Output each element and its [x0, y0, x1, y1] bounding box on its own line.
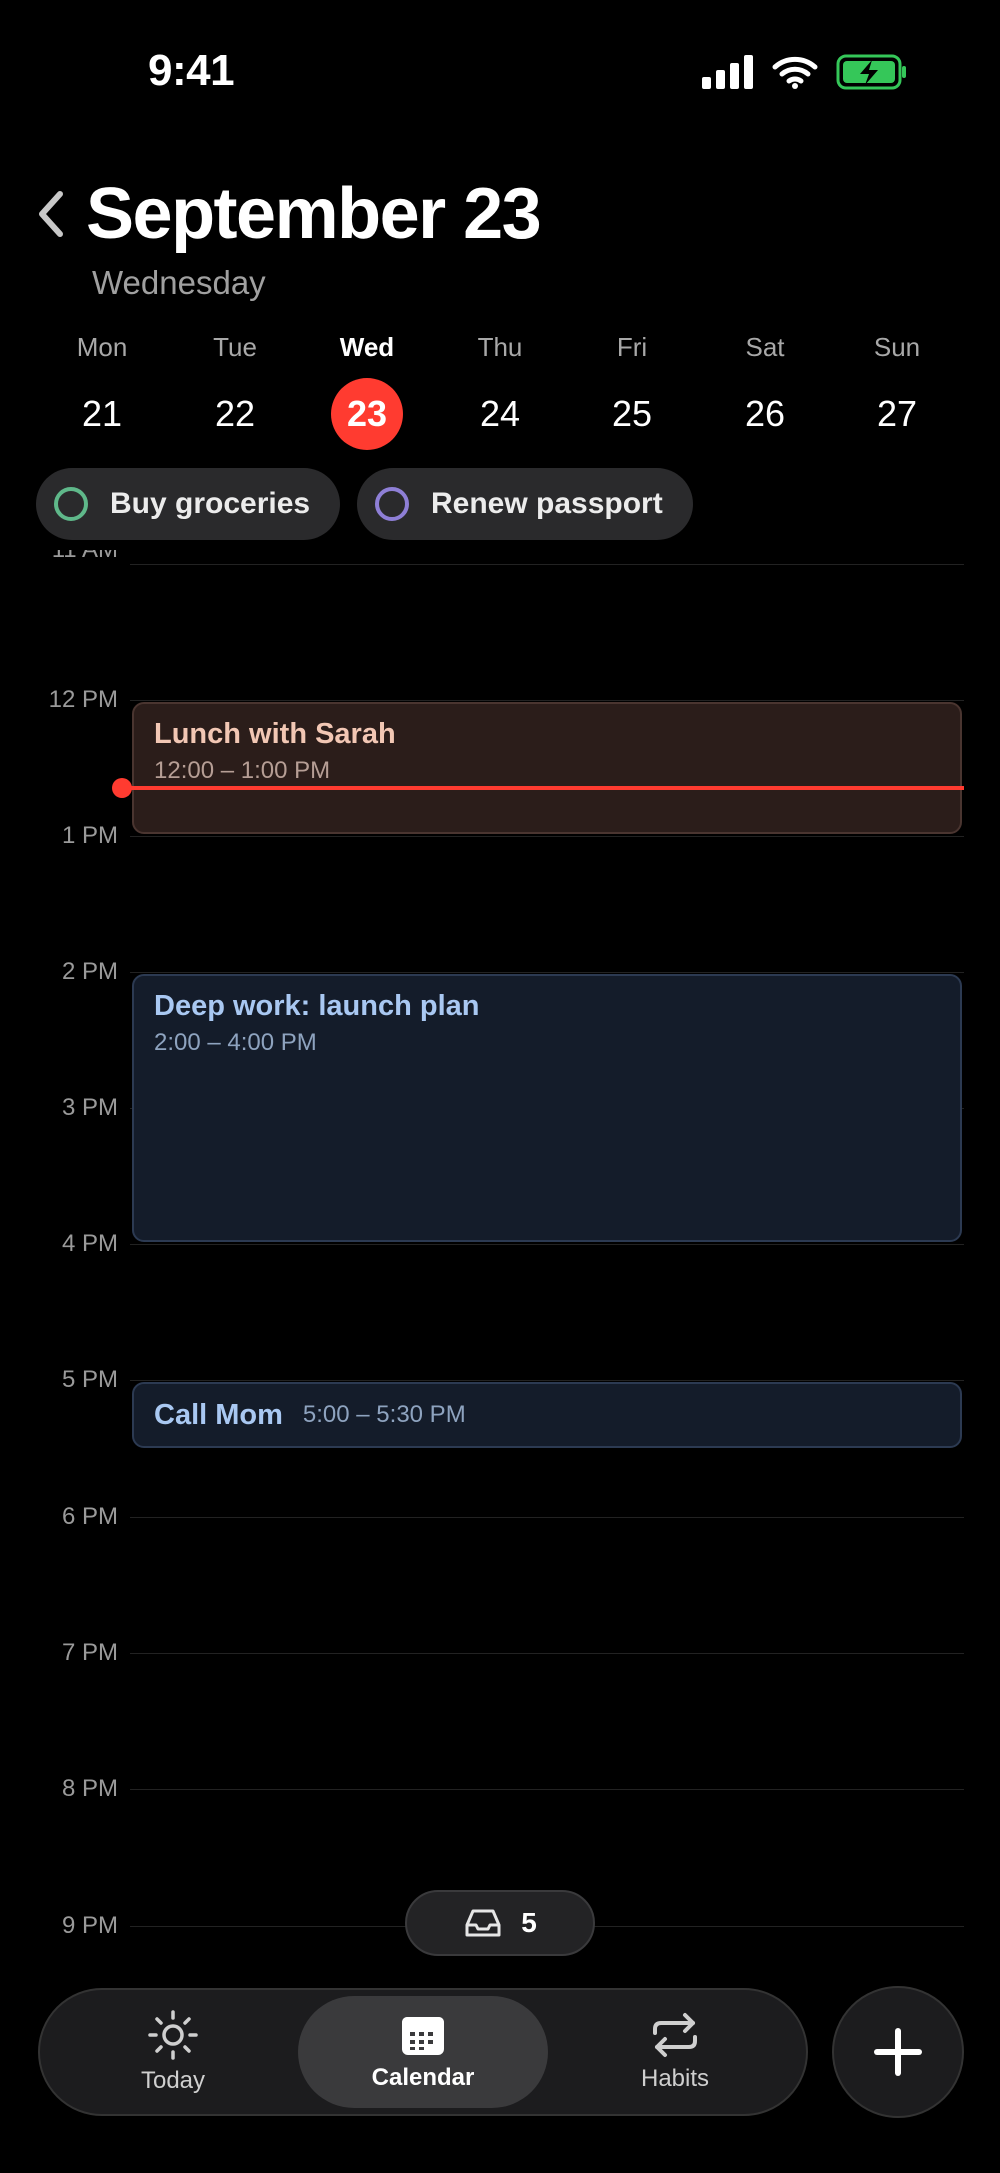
day-name: Sun [873, 332, 921, 362]
tab-label: Habits [640, 2065, 710, 2092]
calendar-icon [402, 2017, 444, 2055]
tab-today[interactable]: Today [58, 1990, 288, 2114]
task-label: Buy groceries [110, 487, 311, 520]
day-number: 25 [611, 393, 653, 434]
event-title: Call Mom [154, 1398, 283, 1431]
hour-gridline [130, 1789, 964, 1790]
hour-label-12pm: 12 PM [48, 686, 118, 713]
status-icons [702, 54, 908, 90]
hour-gridline [130, 1244, 964, 1245]
day-thu[interactable]: Thu 24 [445, 330, 555, 450]
status-time: 9:41 [148, 46, 235, 95]
current-time-line [128, 786, 964, 790]
hour-label-11am: 11 AM [0, 550, 118, 568]
day-name: Fri [616, 332, 648, 362]
day-mon[interactable]: Mon 21 [47, 330, 157, 450]
sun-icon [148, 2010, 198, 2060]
plus-icon [874, 2028, 922, 2076]
day-name: Sat [745, 332, 785, 362]
event-title: Deep work: launch plan [154, 990, 480, 1022]
back-chevron-icon[interactable] [32, 186, 72, 242]
hour-label-7pm: 7 PM [61, 1639, 118, 1666]
day-wed[interactable]: Wed 23 [312, 330, 422, 450]
task-chip-passport[interactable]: Renew passport [357, 468, 693, 540]
hour-gridline [130, 1653, 964, 1654]
tab-label: Calendar [371, 2064, 475, 2091]
day-name: Tue [213, 332, 257, 362]
hour-label-5pm: 5 PM [61, 1366, 118, 1393]
day-sun[interactable]: Sun 27 [842, 330, 952, 450]
repeat-icon [653, 2013, 697, 2057]
week-strip: Mon 21 Tue 22 Wed 23 Thu 24 Fri 25 Sat 2… [0, 330, 1000, 450]
hour-gridline [130, 836, 964, 837]
battery-charging-icon [836, 54, 906, 90]
hour-label-4pm: 4 PM [61, 1230, 118, 1257]
inbox-button[interactable]: 5 [405, 1890, 595, 1956]
day-number: 22 [214, 393, 256, 434]
tab-bar: Today Calendar Habits [38, 1988, 808, 2116]
task-label: Renew passport [431, 487, 663, 520]
event-time: 12:00 – 1:00 PM [154, 757, 331, 784]
hour-label-1pm: 1 PM [61, 822, 118, 849]
event-deep-work[interactable]: Deep work: launch plan 2:00 – 4:00 PM [132, 974, 962, 1242]
hour-gridline [130, 700, 964, 701]
inbox-count: 5 [521, 1907, 537, 1938]
day-name: Mon [76, 332, 128, 362]
day-name: Thu [477, 332, 523, 362]
event-call-mom[interactable]: Call Mom 5:00 – 5:30 PM [132, 1382, 962, 1448]
tab-habits[interactable]: Habits [560, 1990, 790, 2114]
task-chip-groceries[interactable]: Buy groceries [36, 468, 340, 540]
day-tue[interactable]: Tue 22 [180, 330, 290, 450]
hour-label-6pm: 6 PM [61, 1503, 118, 1530]
day-number: 21 [81, 393, 123, 434]
day-number: 26 [744, 393, 786, 434]
event-time: 5:00 – 5:30 PM [302, 1401, 466, 1428]
hour-gridline [130, 564, 964, 565]
hour-label-3pm: 3 PM [61, 1094, 118, 1121]
day-number: 24 [479, 393, 521, 434]
cellular-signal-icon [702, 55, 753, 89]
page-title: September 23 [86, 174, 542, 254]
current-time-dot [112, 778, 132, 798]
tab-label: Today [140, 2067, 206, 2094]
hour-label-2pm: 2 PM [61, 958, 118, 985]
day-fri[interactable]: Fri 25 [577, 330, 687, 450]
tab-calendar[interactable]: Calendar [298, 1996, 548, 2108]
task-checkbox-circle-icon[interactable] [54, 487, 88, 521]
event-time: 2:00 – 4:00 PM [154, 1029, 317, 1056]
event-lunch-with-sarah[interactable]: Lunch with Sarah 12:00 – 1:00 PM [132, 702, 962, 834]
wifi-icon [772, 56, 818, 89]
day-sat[interactable]: Sat 26 [710, 330, 820, 450]
hour-label-9pm: 9 PM [61, 1912, 118, 1939]
hour-label-8pm: 8 PM [61, 1775, 118, 1802]
day-number: 27 [876, 393, 918, 434]
add-button[interactable] [832, 1986, 964, 2118]
task-checkbox-circle-icon[interactable] [375, 487, 409, 521]
day-number-selected: 23 [331, 378, 403, 450]
weekday-subtitle: Wednesday [92, 264, 266, 301]
day-name: Wed [339, 332, 395, 362]
hour-gridline [130, 1517, 964, 1518]
hour-gridline [130, 972, 964, 973]
hour-gridline [130, 1380, 964, 1381]
event-title: Lunch with Sarah [154, 718, 396, 750]
inbox-tray-icon [465, 1909, 501, 1937]
